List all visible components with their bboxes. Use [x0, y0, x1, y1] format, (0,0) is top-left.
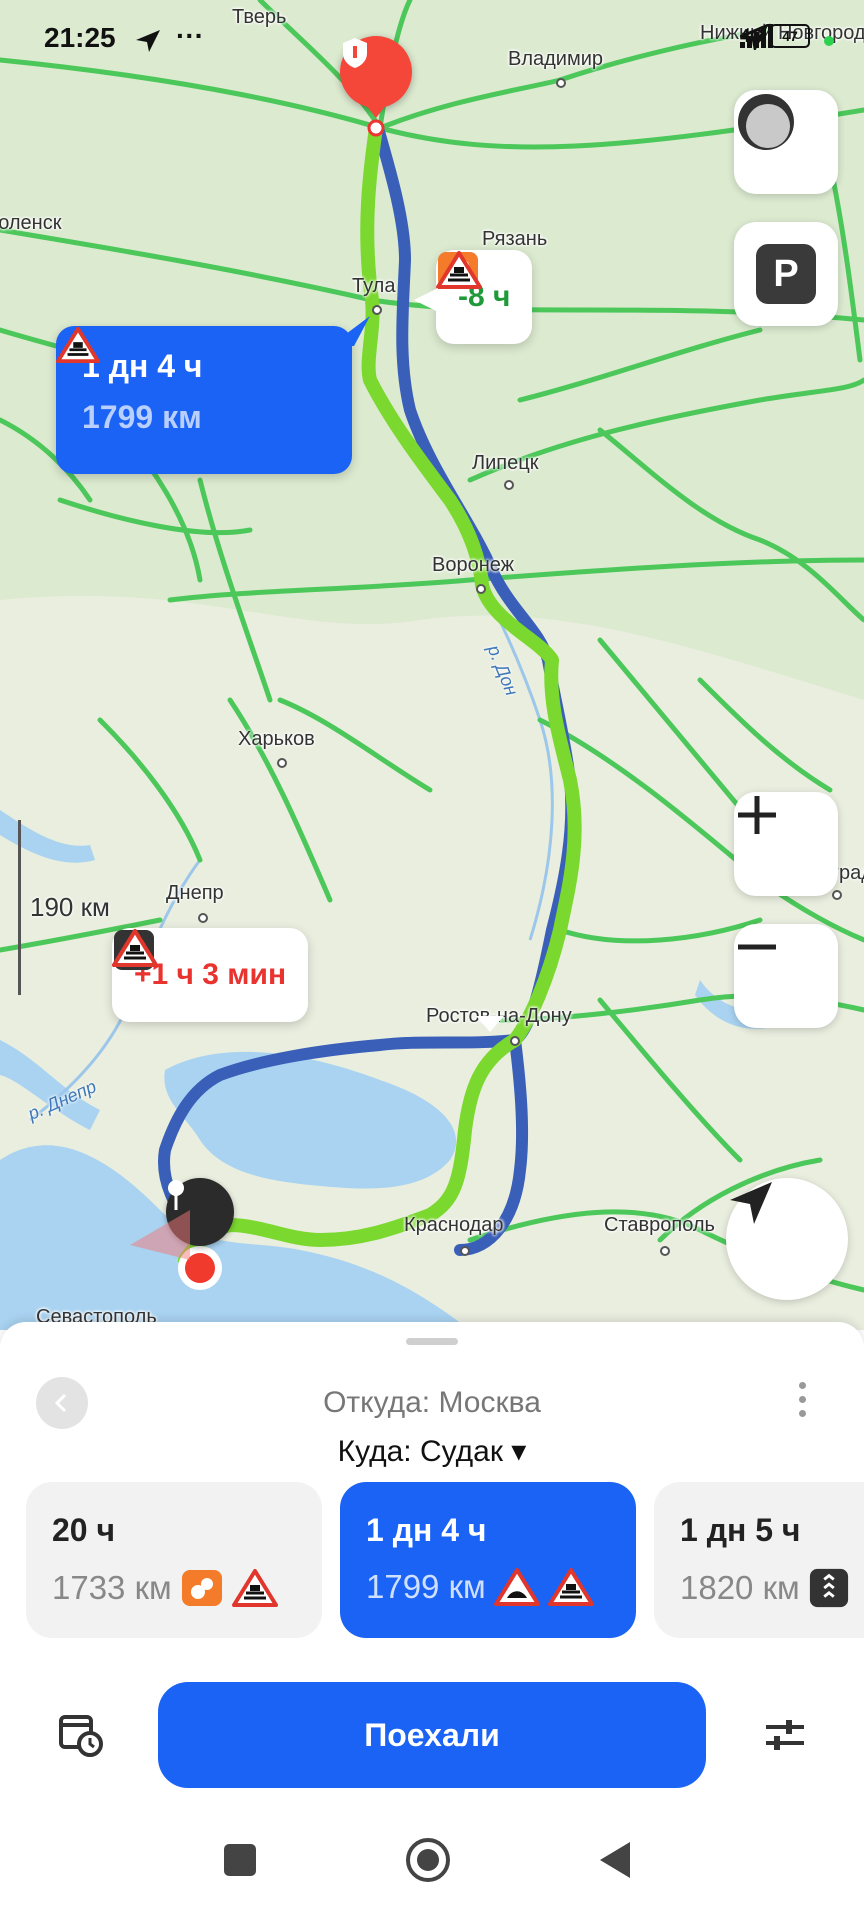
- traffic-light-icon: [809, 1568, 848, 1608]
- route-from[interactable]: Откуда: Москва: [0, 1386, 864, 1420]
- city-label: Харьков: [238, 728, 315, 750]
- shield-icon: [343, 38, 367, 68]
- start-pin[interactable]: [340, 36, 412, 108]
- zoom-out-button[interactable]: [734, 924, 838, 1028]
- city-label: Владимир: [508, 48, 604, 70]
- map-view[interactable]: Тверь Владимир Нижний Новгород Рязань Ту…: [0, 0, 864, 1330]
- my-location-button[interactable]: [726, 1178, 848, 1300]
- city-label: Тверь: [232, 6, 287, 28]
- recents-button[interactable]: [224, 1844, 256, 1876]
- warning-bumps-icon: [547, 1568, 594, 1606]
- route-distance: 1820 км: [680, 1569, 800, 1606]
- warning-road-icon: [493, 1568, 540, 1606]
- status-time: 21:25: [44, 22, 116, 53]
- route-time: 20 ч: [52, 1512, 116, 1548]
- go-button[interactable]: Поехали: [158, 1682, 706, 1788]
- calendar-clock-icon: [59, 1715, 103, 1757]
- warning-bumps-icon: [56, 326, 100, 364]
- toll-icon: [181, 1570, 222, 1606]
- status-dots: ···: [176, 20, 204, 51]
- city-label: Днепр: [166, 882, 224, 904]
- route-option-card-selected[interactable]: 1 дн 4 ч 1799 км: [340, 1482, 636, 1638]
- parking-button[interactable]: P: [734, 222, 838, 326]
- city-label: Краснодар: [404, 1214, 504, 1236]
- city-label: Липецк: [472, 452, 539, 474]
- city-label: Тула: [352, 275, 396, 297]
- route-option-card[interactable]: 1 дн 5 ч 1820 км: [654, 1482, 864, 1638]
- status-icons: 4G 47: [739, 24, 810, 50]
- route-settings-button[interactable]: [762, 1712, 808, 1763]
- city-label: Воронеж: [432, 554, 515, 576]
- city-label: Ставрополь: [604, 1214, 715, 1236]
- route-to[interactable]: Куда: Судак ▾: [0, 1434, 864, 1469]
- minus-icon: [738, 944, 776, 950]
- plus-icon: [738, 796, 776, 834]
- more-menu-button[interactable]: [799, 1382, 806, 1417]
- route-option-card[interactable]: 20 ч 1733 км: [26, 1482, 322, 1638]
- map-canvas: [0, 0, 864, 1330]
- pushpin-icon: [168, 1180, 184, 1210]
- callout-time: 1 дн 4 ч: [82, 348, 203, 384]
- route-time: 1 дн 4 ч: [366, 1512, 487, 1548]
- route-time: 1 дн 5 ч: [680, 1512, 801, 1548]
- route-diff-callout-bottom[interactable]: +1 ч 3 мин: [112, 928, 309, 1022]
- warning-bumps-icon: [436, 251, 482, 289]
- zoom-in-button[interactable]: [734, 792, 838, 896]
- callout-distance: 1799 км: [82, 399, 202, 435]
- traffic-toggle-button[interactable]: [734, 90, 838, 194]
- scale-bar: [18, 820, 21, 995]
- city-label: Смоленск: [0, 212, 62, 234]
- route-diff-callout-top[interactable]: -8 ч: [436, 250, 533, 344]
- route-distance: 1733 км: [52, 1569, 172, 1606]
- warning-bumps-icon: [231, 1569, 278, 1607]
- sheet-grabber[interactable]: [406, 1338, 458, 1345]
- parking-icon: P: [756, 244, 816, 304]
- navigation-arrow-icon: [730, 1182, 772, 1224]
- route-selected-callout[interactable]: 1 дн 4 ч 1799 км: [56, 326, 352, 474]
- warning-bumps-icon: [112, 929, 158, 967]
- battery-icon: 47: [770, 24, 810, 48]
- home-button[interactable]: [406, 1838, 450, 1882]
- system-nav-bar: [0, 1830, 864, 1920]
- signal-icon: [739, 24, 773, 48]
- sliders-icon: [766, 1720, 804, 1750]
- location-arrow-icon: [136, 30, 160, 52]
- route-distance: 1799 км: [366, 1568, 486, 1605]
- traffic-icon: [738, 94, 794, 150]
- city-label: Рязань: [482, 228, 548, 250]
- scale-label: 190 км: [30, 892, 110, 922]
- departure-time-button[interactable]: [58, 1712, 104, 1763]
- indicator-dot: [824, 36, 834, 46]
- back-nav-button[interactable]: [598, 1840, 632, 1880]
